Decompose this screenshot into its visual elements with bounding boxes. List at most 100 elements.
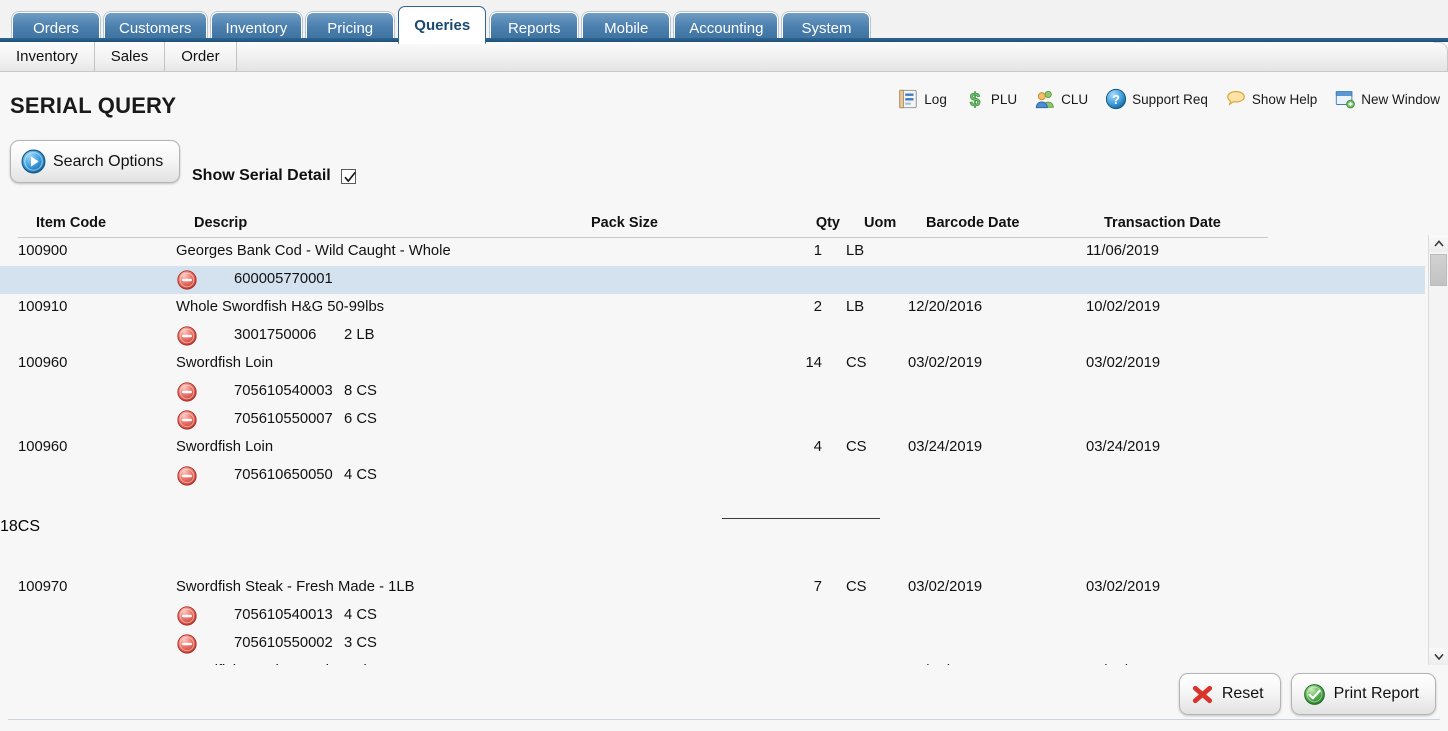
column-header-pack-size[interactable]: Pack Size (591, 215, 658, 231)
show-serial-detail-checkbox[interactable] (340, 168, 356, 184)
sub-tab-label: Sales (110, 48, 149, 65)
main-tab-label: Inventory (225, 20, 288, 37)
cell-barcode-date: 12/20/2016 (908, 299, 983, 315)
subtotal-divider (722, 518, 880, 519)
red-x-icon (1192, 685, 1212, 703)
column-header-qty[interactable]: Qty (758, 215, 840, 231)
cell-descrip: Swordfish Steak - Fresh Made - 1LB (176, 663, 415, 665)
scroll-down-arrow[interactable] (1429, 648, 1448, 665)
cell-qty: 25 (740, 663, 822, 665)
grid-serial-row[interactable]: 705610540003 8 CS (0, 378, 1425, 406)
grid-spacer-row (0, 490, 1425, 518)
remove-circle-icon (177, 326, 197, 346)
cell-uom: LB (846, 243, 865, 259)
grid-item-row[interactable]: 100970 Swordfish Steak - Fresh Made - 1LB… (0, 658, 1425, 665)
grid-item-row[interactable]: 100900 Georges Bank Cod - Wild Caught - W… (0, 238, 1425, 266)
chevron-down-icon (1433, 653, 1444, 660)
grid-serial-row[interactable]: 705610650050 4 CS (0, 462, 1425, 490)
print-report-button[interactable]: Print Report (1290, 673, 1436, 715)
users-icon (1034, 88, 1056, 110)
main-tab-label: Customers (119, 20, 192, 37)
button-label: Reset (1221, 685, 1264, 702)
toolbar-item-plu[interactable]: $ PLU (964, 88, 1017, 112)
toolbar-item-support-req[interactable]: ? Support Req (1105, 88, 1208, 110)
grid-spacer-row (0, 546, 1425, 574)
grid-item-row[interactable]: 100970 Swordfish Steak - Fresh Made - 1LB… (0, 574, 1425, 602)
reset-button[interactable]: Reset (1178, 673, 1281, 715)
main-tab-label: Orders (33, 20, 79, 37)
cell-item-code: 100970 (18, 579, 68, 595)
cell-item-code: 100910 (18, 299, 68, 315)
scrollbar-track[interactable] (1429, 252, 1448, 648)
toolbar-item-clu[interactable]: CLU (1034, 88, 1088, 110)
column-header-descrip[interactable]: Descrip (194, 215, 247, 231)
grid-item-row[interactable]: 100960 Swordfish Loin 14 CS 03/02/2019 03/02/… (0, 350, 1425, 378)
cell-transaction-date: 11/06/2019 (1086, 243, 1159, 259)
main-tab-bar: Orders Customers Inventory Pricing Queries Re… (0, 0, 1448, 44)
column-header-transaction-date[interactable]: Transaction Date (1104, 215, 1221, 231)
grid-item-row[interactable]: 100910 Whole Swordfish H&G 50-99lbs 2 LB 12/… (0, 294, 1425, 322)
remove-serial-button[interactable] (176, 465, 198, 487)
remove-serial-button[interactable] (176, 381, 198, 403)
main-tab-label: Accounting (689, 20, 764, 37)
cell-serial-number: 705610540013 (234, 607, 333, 623)
grid-serial-row[interactable]: 3001750006 2 LB (0, 322, 1425, 350)
cell-descrip: Whole Swordfish H&G 50-99lbs (176, 299, 385, 315)
cell-serial-qty: 4 CS (344, 467, 377, 483)
cell-serial-number: 705610650050 (234, 467, 333, 483)
remove-serial-button[interactable] (176, 269, 198, 291)
grid-serial-row[interactable]: 705610540013 4 CS (0, 602, 1425, 630)
remove-serial-button[interactable] (176, 409, 198, 431)
main-tab-queries[interactable]: Queries (398, 6, 487, 44)
footer-bar: Reset Print Report (0, 669, 1448, 731)
cell-barcode-date: 03/24/2019 (908, 439, 983, 455)
main-tab-label: Reports (507, 20, 561, 37)
search-options-button[interactable]: Search Options (10, 140, 181, 183)
grid-serial-row[interactable]: 705610550007 6 CS (0, 406, 1425, 434)
log-book-icon (897, 88, 919, 110)
cell-serial-qty: 2 LB (344, 327, 375, 343)
grid-serial-row[interactable]: 705610550002 3 CS (0, 630, 1425, 658)
page-title: SERIAL QUERY (10, 93, 177, 118)
column-header-barcode-date[interactable]: Barcode Date (926, 215, 1019, 231)
toolbar-item-log[interactable]: Log (897, 88, 947, 110)
sub-tab-inventory[interactable]: Inventory (0, 42, 95, 71)
sub-tab-sales[interactable]: Sales (94, 42, 166, 71)
cell-item-code: 100960 (18, 355, 68, 371)
new-window-icon (1336, 91, 1356, 109)
remove-circle-icon (177, 466, 197, 486)
column-header-item-code[interactable]: Item Code (36, 215, 106, 231)
show-serial-detail-control[interactable]: Show Serial Detail (192, 167, 356, 185)
footer-divider (8, 719, 1440, 720)
main-tab-label: Pricing (327, 20, 374, 37)
column-header-uom[interactable]: Uom (864, 215, 896, 231)
sub-tab-corner (1434, 42, 1448, 72)
remove-serial-button[interactable] (176, 325, 198, 347)
cell-transaction-date: 03/02/2019 (1086, 355, 1161, 371)
toolbar-item-new-window[interactable]: New Window (1334, 88, 1440, 110)
cell-serial-number: 705610540003 (234, 383, 333, 399)
svg-text:$: $ (969, 90, 980, 110)
speech-bubble-icon (1227, 91, 1245, 106)
cell-uom: CS (846, 355, 867, 371)
remove-serial-button[interactable] (176, 605, 198, 627)
footer-buttons: Reset Print Report (1178, 673, 1436, 715)
grid-subtotal-row: 18CS (0, 518, 1425, 546)
sub-tab-order[interactable]: Order (165, 42, 237, 71)
grid-serial-row[interactable]: 600005770001 (0, 266, 1425, 294)
toolbar-item-show-help[interactable]: Show Help (1225, 88, 1317, 110)
cell-item-code: 100900 (18, 243, 68, 259)
scrollbar-thumb[interactable] (1430, 254, 1447, 286)
sub-tabs: Inventory Sales Order (0, 42, 237, 71)
cell-uom: CS (846, 579, 867, 595)
speech-bubble-icon (1225, 88, 1247, 110)
grid-item-row[interactable]: 100960 Swordfish Loin 4 CS 03/24/2019 03/24/2… (0, 434, 1425, 462)
checkmark-icon (344, 171, 356, 182)
vertical-scrollbar[interactable] (1428, 235, 1448, 665)
scroll-up-arrow[interactable] (1429, 235, 1448, 252)
cell-serial-number: 600005770001 (234, 271, 333, 287)
cell-uom: CS (846, 439, 867, 455)
remove-serial-button[interactable] (176, 633, 198, 655)
toolbar-item-label: Support Req (1132, 91, 1208, 107)
toolbar-item-label: Log (924, 91, 947, 107)
